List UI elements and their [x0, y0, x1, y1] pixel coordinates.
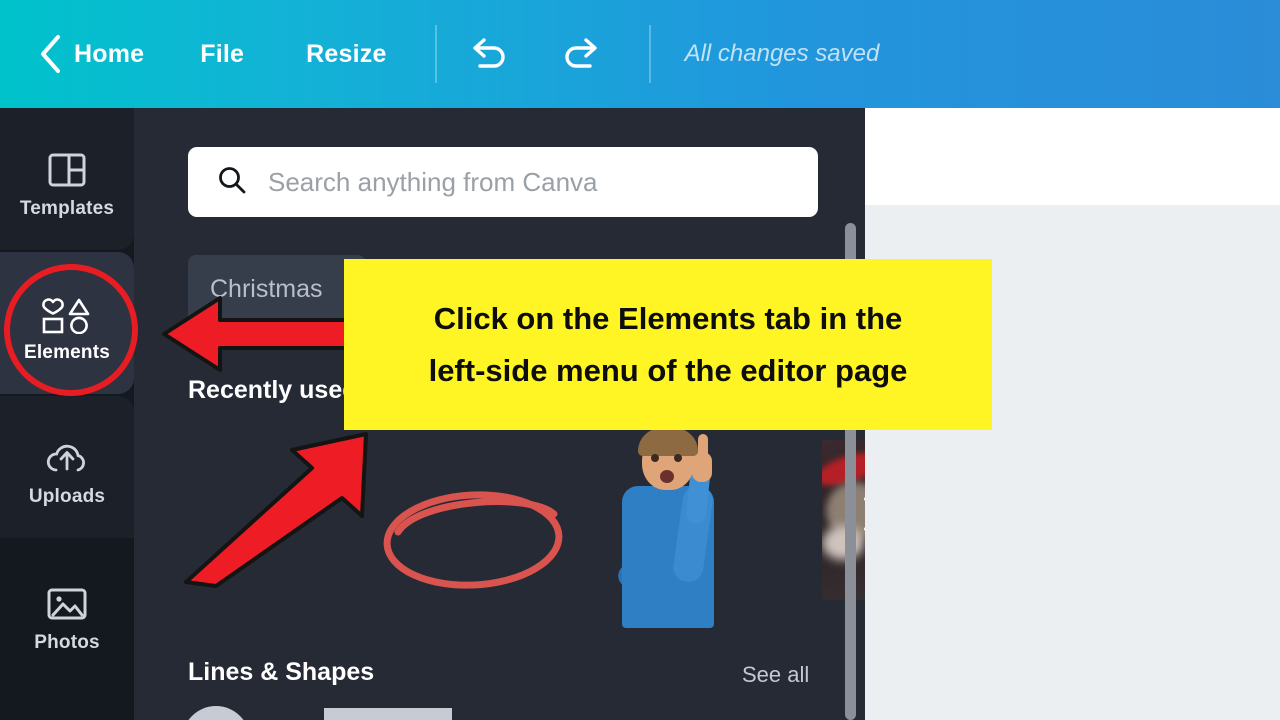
section-title-lines-shapes: Lines & Shapes: [188, 658, 375, 686]
sidebar-item-label: Elements: [23, 342, 111, 363]
left-sidebar: Templates Elements Uploads Photos: [0, 108, 134, 720]
toolbar-divider-2: [648, 25, 651, 83]
canvas-page[interactable]: [865, 108, 1280, 205]
redo-icon: [560, 32, 604, 77]
nav-file[interactable]: File: [200, 40, 244, 69]
carousel-next-button[interactable]: [852, 492, 865, 540]
sidebar-item-uploads[interactable]: Uploads: [0, 396, 134, 538]
red-diagonal-arrow: [184, 432, 368, 588]
redo-button[interactable]: [555, 27, 609, 81]
back-button[interactable]: [34, 31, 68, 77]
sidebar-item-label: Templates: [19, 198, 115, 219]
templates-icon: [47, 138, 87, 190]
person-hair: [638, 428, 698, 456]
instruction-callout-text: Click on the Elements tab in the left-si…: [429, 293, 908, 396]
toolbar-divider-1: [434, 25, 437, 83]
chevron-right-icon: [858, 494, 865, 539]
sidebar-item-label: Photos: [34, 632, 100, 653]
nav-resize[interactable]: Resize: [306, 40, 386, 69]
thumbnail-man-pointing-up[interactable]: [608, 428, 728, 628]
sidebar-item-elements[interactable]: Elements: [0, 252, 134, 394]
section-title-recently-used: Recently used: [188, 376, 358, 404]
red-left-arrow: [162, 296, 348, 372]
person-eye-left: [651, 454, 659, 462]
instruction-callout: Click on the Elements tab in the left-si…: [344, 259, 992, 430]
chevron-left-icon: [38, 33, 64, 75]
sidebar-item-templates[interactable]: Templates: [0, 108, 134, 250]
shape-rectangle[interactable]: [324, 708, 464, 720]
save-status-text: All changes saved: [684, 40, 880, 67]
see-all-link[interactable]: See all: [742, 662, 809, 688]
person-mouth: [660, 470, 674, 483]
search-icon: [216, 164, 248, 201]
upload-cloud-icon: [44, 426, 90, 478]
top-toolbar: Home File Resize All changes saved: [0, 0, 1280, 108]
undo-icon: [466, 32, 510, 77]
undo-button[interactable]: [461, 27, 515, 81]
callout-line-2: left-side menu of the editor page: [428, 352, 908, 388]
person-pointing-finger: [698, 434, 708, 464]
nav-home[interactable]: Home: [74, 40, 144, 69]
sidebar-item-label: Uploads: [28, 486, 106, 507]
person-eye-right: [674, 454, 682, 462]
search-placeholder: Search anything from Canva: [268, 166, 598, 197]
photo-icon: [46, 572, 88, 624]
callout-line-1: Click on the Elements tab in the: [433, 301, 903, 337]
thumbnail-red-scribble-circle[interactable]: [378, 428, 568, 628]
sidebar-item-photos[interactable]: Photos: [0, 542, 134, 684]
search-input[interactable]: Search anything from Canva: [188, 147, 818, 217]
shape-circle[interactable]: [188, 706, 308, 720]
elements-icon: [41, 282, 93, 334]
